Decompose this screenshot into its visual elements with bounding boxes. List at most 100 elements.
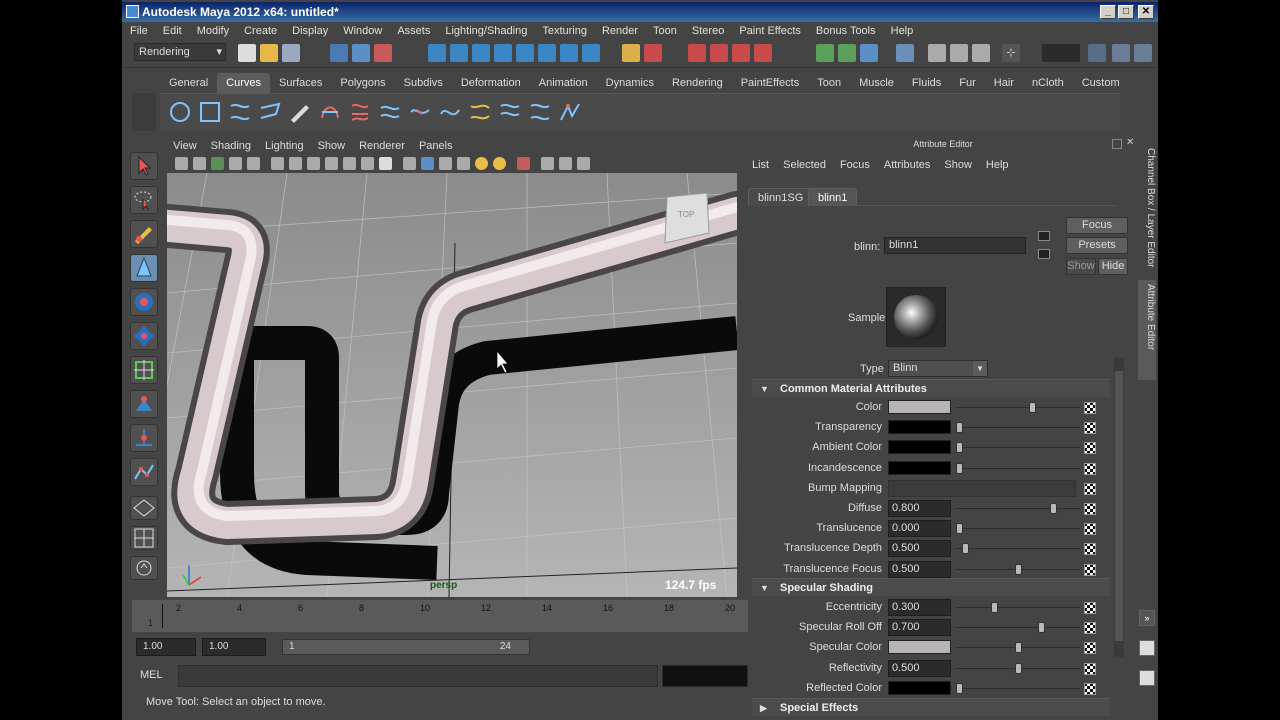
menu-window[interactable]: Window bbox=[343, 25, 382, 37]
map-button-icon[interactable] bbox=[1084, 422, 1096, 435]
move-tool-icon[interactable] bbox=[130, 254, 158, 282]
color-swatch-transparency[interactable] bbox=[888, 420, 951, 435]
slider-handle[interactable] bbox=[1014, 662, 1022, 674]
section-special-effects[interactable]: ▶ Special Effects bbox=[752, 698, 1110, 716]
slider-transparency[interactable] bbox=[956, 422, 1080, 434]
menu-assets[interactable]: Assets bbox=[397, 25, 430, 37]
region-icon[interactable] bbox=[972, 44, 990, 62]
shelf-tab-custom[interactable]: Custom bbox=[1073, 73, 1129, 93]
shelf-tab-surfaces[interactable]: Surfaces bbox=[270, 73, 331, 93]
snap-surface-icon[interactable] bbox=[538, 44, 556, 62]
shelf-tab-rendering[interactable]: Rendering bbox=[663, 73, 732, 93]
output-ops-icon[interactable] bbox=[710, 44, 728, 62]
focus-button[interactable]: Focus bbox=[1066, 217, 1128, 234]
show-button[interactable]: Show bbox=[1066, 258, 1096, 275]
cv-curve-icon[interactable] bbox=[228, 100, 252, 124]
script-language-label[interactable]: MEL bbox=[140, 669, 163, 681]
insert-knot-icon[interactable] bbox=[438, 100, 462, 124]
map-button-icon[interactable] bbox=[1084, 442, 1096, 455]
slider-handle[interactable] bbox=[956, 523, 963, 535]
snap-live-icon[interactable] bbox=[560, 44, 578, 62]
menu-bonus-tools[interactable]: Bonus Tools bbox=[816, 25, 876, 37]
construction-history-icon[interactable] bbox=[732, 44, 750, 62]
help-icon[interactable] bbox=[582, 44, 600, 62]
menu-lighting-shading[interactable]: Lighting/Shading bbox=[445, 25, 527, 37]
tab-channel-box-layer-editor[interactable]: Channel Box / Layer Editor bbox=[1138, 144, 1156, 274]
hud-text-icon[interactable] bbox=[379, 157, 392, 170]
map-button-icon[interactable] bbox=[1084, 482, 1096, 495]
tab-blinn1[interactable]: blinn1 bbox=[808, 188, 858, 206]
playback-start-field[interactable]: 1.00 bbox=[202, 638, 266, 656]
pencil-curve-icon[interactable] bbox=[288, 100, 312, 124]
color-swatch-specular-color[interactable] bbox=[888, 640, 951, 655]
shelf-tab-deformation[interactable]: Deformation bbox=[452, 73, 530, 93]
input-connection-icon[interactable] bbox=[1038, 231, 1050, 241]
detach-curves-icon[interactable] bbox=[408, 100, 432, 124]
attribute-editor-scrollbar[interactable] bbox=[1114, 357, 1124, 657]
quick-select-field[interactable] bbox=[1042, 44, 1080, 62]
range-bar[interactable]: 1 24 bbox=[282, 639, 530, 655]
map-button-icon[interactable] bbox=[1084, 563, 1096, 576]
extend-curve-icon[interactable] bbox=[468, 100, 492, 124]
slider-reflected-color[interactable] bbox=[956, 682, 1080, 694]
reverse-curve-icon[interactable] bbox=[528, 100, 552, 124]
hypershade-icon[interactable] bbox=[896, 44, 914, 62]
wireframe-icon[interactable] bbox=[403, 157, 416, 170]
xray-icon[interactable] bbox=[493, 157, 506, 170]
slider-handle[interactable] bbox=[1014, 563, 1022, 575]
value-field-diffuse[interactable]: 0.800 bbox=[888, 500, 951, 517]
map-button-icon[interactable] bbox=[1084, 523, 1096, 536]
slider-ambient-color[interactable] bbox=[956, 442, 1080, 454]
value-field-translucence-depth[interactable]: 0.500 bbox=[888, 540, 951, 558]
menu-help[interactable]: Help bbox=[891, 25, 914, 37]
section-common-material-attributes[interactable]: ▼ Common Material Attributes bbox=[752, 379, 1110, 397]
snap-plane-icon[interactable] bbox=[516, 44, 534, 62]
input-ops-icon[interactable] bbox=[688, 44, 706, 62]
slider-translucence-focus[interactable] bbox=[956, 563, 1080, 575]
slider-handle[interactable] bbox=[1014, 642, 1022, 654]
map-button-icon[interactable] bbox=[1084, 602, 1096, 614]
shelf-tab-subdivs[interactable]: Subdivs bbox=[395, 73, 452, 93]
grid-toggle-icon[interactable] bbox=[247, 157, 260, 170]
map-button-icon[interactable] bbox=[1084, 543, 1096, 556]
backface-icon[interactable] bbox=[577, 157, 590, 170]
tool-settings-toggle-icon[interactable] bbox=[1112, 44, 1130, 62]
float-panel-icon[interactable] bbox=[1112, 139, 1122, 149]
menu-texturing[interactable]: Texturing bbox=[542, 25, 587, 37]
pick-mask-icon[interactable] bbox=[428, 44, 446, 62]
snap-grid-icon[interactable] bbox=[450, 44, 468, 62]
node-name-field[interactable]: blinn1 bbox=[884, 237, 1026, 254]
map-button-icon[interactable] bbox=[1084, 402, 1096, 414]
material-type-dropdown[interactable]: Blinn ▼ bbox=[888, 360, 988, 377]
crosshair-icon[interactable]: ⊹ bbox=[1002, 44, 1020, 62]
slider-specular-roll-off[interactable] bbox=[956, 622, 1080, 634]
value-field-reflectivity[interactable]: 0.500 bbox=[888, 659, 951, 677]
shelf-tab-muscle[interactable]: Muscle bbox=[850, 73, 903, 93]
shelf-tab-curves[interactable]: Curves bbox=[217, 73, 270, 93]
save-scene-icon[interactable] bbox=[282, 44, 300, 62]
slider-reflectivity[interactable] bbox=[956, 662, 1080, 674]
perspective-viewport[interactable]: TOP persp 124.7 fps bbox=[167, 173, 737, 597]
shelf-tab-animation[interactable]: Animation bbox=[530, 73, 597, 93]
shelf-tab-hair[interactable]: Hair bbox=[985, 73, 1023, 93]
select-object-icon[interactable] bbox=[352, 44, 370, 62]
menu-modify[interactable]: Modify bbox=[197, 25, 229, 37]
slider-translucence-depth[interactable] bbox=[956, 543, 1080, 555]
nurbs-square-icon[interactable] bbox=[198, 100, 222, 124]
vp-menu-renderer[interactable]: Renderer bbox=[359, 140, 405, 152]
shelf-menu-strip[interactable] bbox=[132, 93, 156, 131]
ae-menu-attributes[interactable]: Attributes bbox=[884, 159, 930, 171]
map-button-icon[interactable] bbox=[1084, 662, 1096, 675]
channel-box-toggle-icon[interactable] bbox=[1134, 44, 1152, 62]
shelf-tab-ncloth[interactable]: nCloth bbox=[1023, 73, 1073, 93]
ae-menu-show[interactable]: Show bbox=[944, 159, 972, 171]
shadows-icon[interactable] bbox=[475, 157, 488, 170]
ep-curve-icon[interactable] bbox=[258, 100, 282, 124]
value-field-translucence-focus[interactable]: 0.500 bbox=[888, 560, 951, 578]
bookmark-icon[interactable] bbox=[211, 157, 224, 170]
safe-action-icon[interactable] bbox=[343, 157, 356, 170]
ae-menu-selected[interactable]: Selected bbox=[783, 159, 826, 171]
hide-button[interactable]: Hide bbox=[1098, 258, 1128, 275]
slider-handle[interactable] bbox=[1037, 622, 1045, 634]
attach-curves-icon[interactable] bbox=[378, 100, 402, 124]
